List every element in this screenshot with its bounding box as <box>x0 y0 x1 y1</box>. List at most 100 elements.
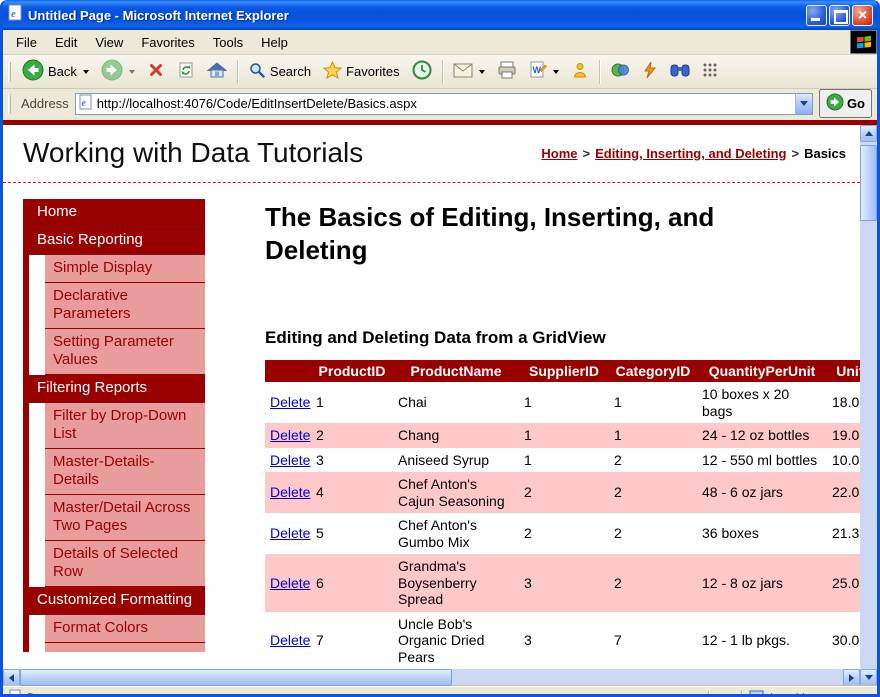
cell-supplierid: 2 <box>519 472 609 513</box>
lightning-icon <box>642 61 658 82</box>
menu-file[interactable]: File <box>7 32 46 53</box>
sidebar-item-filter-by-dropdown-list[interactable]: Filter by Drop-Down List <box>45 403 205 449</box>
search-button[interactable]: Search <box>243 58 316 85</box>
menu-help[interactable]: Help <box>252 32 297 53</box>
scroll-up-icon <box>865 131 873 136</box>
addressbar-grip[interactable] <box>8 94 11 114</box>
menu-view[interactable]: View <box>86 32 132 53</box>
refresh-button[interactable] <box>172 58 200 85</box>
messenger-button[interactable] <box>566 58 594 85</box>
delete-link[interactable]: Delete <box>270 452 310 468</box>
breadcrumb-separator: > <box>791 146 799 161</box>
globes-icon <box>610 61 630 82</box>
horizontal-scroll-thumb[interactable] <box>20 669 452 686</box>
vertical-scroll-thumb[interactable] <box>860 145 877 221</box>
status-bar: e Done Local intranet <box>3 686 877 697</box>
delete-link[interactable]: Delete <box>270 575 310 591</box>
address-dropdown-button[interactable] <box>795 94 812 114</box>
sidebar-item-filtering-reports[interactable]: Filtering Reports <box>29 375 205 403</box>
scroll-up-button[interactable] <box>860 125 877 142</box>
breadcrumb-section-link[interactable]: Editing, Inserting, and Deleting <box>595 146 786 161</box>
go-button[interactable]: Go <box>819 89 872 118</box>
lightning-button[interactable] <box>637 58 663 85</box>
svg-text:e: e <box>81 98 86 109</box>
sidebar-item-format-colors[interactable]: Format Colors <box>45 615 205 643</box>
cell-productid: 2 <box>311 423 393 448</box>
delete-link[interactable]: Delete <box>270 484 310 500</box>
address-label: Address <box>21 96 69 111</box>
menu-tools[interactable]: Tools <box>204 32 252 53</box>
vertical-scrollbar[interactable] <box>860 125 877 686</box>
edit-button[interactable]: W <box>524 58 564 85</box>
history-icon <box>412 60 432 83</box>
cell-productname: Chef Anton's Gumbo Mix <box>393 513 519 554</box>
sidebar-item-customized-formatting[interactable]: Customized Formatting <box>29 587 205 615</box>
toolbar-separator <box>442 60 443 84</box>
security-zone-panel: Local intranet <box>747 690 873 697</box>
sidebar-item-basic-reporting[interactable]: Basic Reporting <box>29 227 205 255</box>
favorites-label: Favorites <box>346 64 399 79</box>
vertical-scroll-track[interactable] <box>860 142 877 669</box>
address-input[interactable] <box>97 95 791 113</box>
table-row: Delete 6 Grandma's Boysenberry Spread 3 … <box>265 554 860 612</box>
sidebar-item-details-of-selected-row[interactable]: Details of Selected Row <box>45 541 205 587</box>
cell-unitprice: 21.3 <box>827 513 860 554</box>
forward-button[interactable] <box>96 56 140 87</box>
breadcrumb-home-link[interactable]: Home <box>541 146 577 161</box>
grid-header-supplierid: SupplierID <box>519 360 609 382</box>
close-button[interactable] <box>852 5 873 26</box>
cell-categoryid: 2 <box>609 472 697 513</box>
minimize-button[interactable] <box>806 5 827 26</box>
cell-quantityperunit: 24 - 12 oz bottles <box>697 423 827 448</box>
horizontal-scroll-track[interactable] <box>20 669 843 686</box>
sidebar-item-declarative-parameters[interactable]: Declarative Parameters <box>45 283 205 329</box>
browser-window: e Untitled Page - Microsoft Internet Exp… <box>0 0 880 697</box>
scroll-left-button[interactable] <box>3 669 20 686</box>
cell-productname: Chang <box>393 423 519 448</box>
toolbar-grip[interactable] <box>8 62 11 82</box>
horizontal-scrollbar[interactable] <box>3 669 860 686</box>
print-button[interactable] <box>492 58 522 85</box>
mail-button[interactable] <box>448 60 490 84</box>
delete-link[interactable]: Delete <box>270 525 310 541</box>
refresh-icon <box>177 61 195 82</box>
grid-button[interactable] <box>697 59 723 84</box>
delete-link[interactable]: Delete <box>270 394 310 410</box>
page-header: Working with Data Tutorials Home>Editing… <box>3 125 860 183</box>
cell-productid: 1 <box>311 382 393 423</box>
menu-bar: File Edit View Favorites Tools Help <box>3 30 877 55</box>
title-bar[interactable]: e Untitled Page - Microsoft Internet Exp… <box>3 0 877 30</box>
cell-productid: 4 <box>311 472 393 513</box>
home-button[interactable] <box>202 58 232 85</box>
sidebar-item-master-details-details[interactable]: Master-Details-Details <box>45 449 205 495</box>
cell-productid: 7 <box>311 612 393 670</box>
cell-productid: 5 <box>311 513 393 554</box>
address-combobox[interactable]: e <box>75 93 813 115</box>
grid-header-row: ProductID ProductName SupplierID Categor… <box>265 360 860 382</box>
sidebar-item-simple-display[interactable]: Simple Display <box>45 255 205 283</box>
stop-icon <box>147 61 165 82</box>
scroll-right-button[interactable] <box>843 669 860 686</box>
maximize-button[interactable] <box>829 5 850 26</box>
binoculars-button[interactable] <box>665 59 695 84</box>
sidebar-item-setting-parameter-values[interactable]: Setting Parameter Values <box>45 329 205 375</box>
delete-link[interactable]: Delete <box>270 632 310 648</box>
globes-button[interactable] <box>605 58 635 85</box>
cell-unitprice: 22.0 <box>827 472 860 513</box>
table-row: Delete 5 Chef Anton's Gumbo Mix 2 2 36 b… <box>265 513 860 554</box>
back-button[interactable]: Back <box>17 56 94 87</box>
menu-edit[interactable]: Edit <box>46 32 86 53</box>
menu-favorites[interactable]: Favorites <box>132 32 203 53</box>
status-separator <box>741 691 742 697</box>
favorites-button[interactable]: Favorites <box>318 58 404 85</box>
grid-header-quantityperunit: QuantityPerUnit <box>697 360 827 382</box>
sidebar-item-home[interactable]: Home <box>29 199 205 227</box>
stop-button[interactable] <box>142 58 170 85</box>
sidebar-item-master-detail-two-pages[interactable]: Master/Detail Across Two Pages <box>45 495 205 541</box>
back-icon <box>22 59 44 84</box>
cell-productid: 6 <box>311 554 393 612</box>
delete-link[interactable]: Delete <box>270 427 310 443</box>
toolbar: Back Search Favorites <box>3 55 877 89</box>
scroll-down-button[interactable] <box>860 669 877 686</box>
history-button[interactable] <box>407 57 437 86</box>
